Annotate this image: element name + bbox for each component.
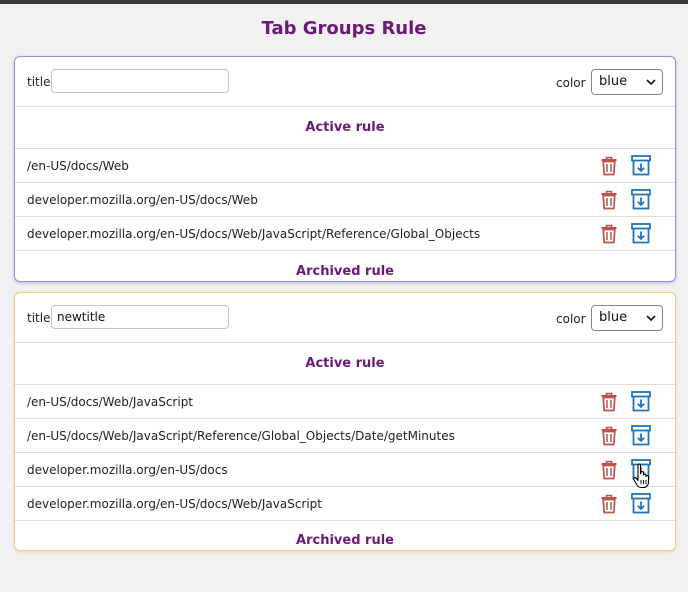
delete-rule-button[interactable] [600, 392, 618, 412]
rule-row: /en-US/docs/Web/JavaScript/Reference/Glo… [15, 419, 675, 453]
color-select[interactable]: blue [591, 69, 663, 95]
rule-text: /en-US/docs/Web/JavaScript [27, 395, 194, 409]
active-rule-heading: Active rule [15, 343, 675, 385]
group-header: title color blue [15, 57, 675, 107]
trash-icon [601, 224, 617, 244]
archive-rule-button[interactable] [631, 425, 651, 446]
color-label: color [556, 312, 586, 326]
archive-icon [631, 189, 651, 210]
archive-rule-button[interactable] [631, 155, 651, 176]
trash-icon [601, 392, 617, 412]
color-select-value: blue [599, 74, 628, 89]
rule-text: /en-US/docs/Web/JavaScript/Reference/Glo… [27, 429, 455, 443]
tab-group-card: title color blue Active rule Archived ru… [14, 56, 676, 282]
rule-text: /en-US/docs/Web [27, 159, 129, 173]
delete-rule-button[interactable] [600, 494, 618, 514]
active-rule-heading: Active rule [15, 107, 675, 149]
archive-rule-button[interactable] [631, 189, 651, 210]
rule-text: developer.mozilla.org/en-US/docs/Web/Jav… [27, 497, 323, 511]
trash-icon [601, 460, 617, 480]
title-label: title [27, 75, 51, 89]
archive-rule-button[interactable] [631, 223, 651, 244]
rule-row: /en-US/docs/Web [15, 149, 675, 183]
archive-rule-button[interactable] [631, 493, 651, 514]
archive-icon [631, 425, 651, 446]
rule-text: developer.mozilla.org/en-US/docs [27, 463, 228, 477]
rule-row: developer.mozilla.org/en-US/docs/Web [15, 183, 675, 217]
trash-icon [601, 190, 617, 210]
color-select[interactable]: blue [591, 305, 663, 331]
rule-text: developer.mozilla.org/en-US/docs/Web/Jav… [27, 227, 481, 241]
color-select-value: blue [599, 310, 628, 325]
chevron-down-icon [646, 79, 656, 86]
trash-icon [601, 494, 617, 514]
rule-row: developer.mozilla.org/en-US/docs [15, 453, 675, 487]
archive-icon [631, 391, 651, 412]
window-top-bar [0, 0, 688, 4]
title-label: title [27, 311, 51, 325]
delete-rule-button[interactable] [600, 190, 618, 210]
color-label: color [556, 76, 586, 90]
chevron-down-icon [646, 315, 656, 322]
archive-rule-button[interactable] [631, 391, 651, 412]
archive-icon [631, 493, 651, 514]
trash-icon [601, 426, 617, 446]
trash-icon [601, 156, 617, 176]
archived-rule-heading: Archived rule [296, 533, 394, 548]
archive-icon [631, 459, 651, 480]
rule-row: developer.mozilla.org/en-US/docs/Web/Jav… [15, 487, 675, 521]
archive-icon [631, 223, 651, 244]
rule-row: /en-US/docs/Web/JavaScript [15, 385, 675, 419]
archive-icon [631, 155, 651, 176]
delete-rule-button[interactable] [600, 426, 618, 446]
group-header: title color blue [15, 293, 675, 343]
tab-group-card: title color blue Active rule Archived ru… [14, 292, 676, 551]
delete-rule-button[interactable] [600, 156, 618, 176]
archived-rule-heading: Archived rule [296, 264, 394, 279]
delete-rule-button[interactable] [600, 460, 618, 480]
title-input[interactable] [51, 305, 229, 329]
rule-row: developer.mozilla.org/en-US/docs/Web/Jav… [15, 217, 675, 251]
rule-text: developer.mozilla.org/en-US/docs/Web [27, 193, 258, 207]
archive-rule-button[interactable] [631, 459, 651, 480]
title-input[interactable] [51, 69, 229, 93]
delete-rule-button[interactable] [600, 224, 618, 244]
page-title: Tab Groups Rule [261, 18, 427, 39]
